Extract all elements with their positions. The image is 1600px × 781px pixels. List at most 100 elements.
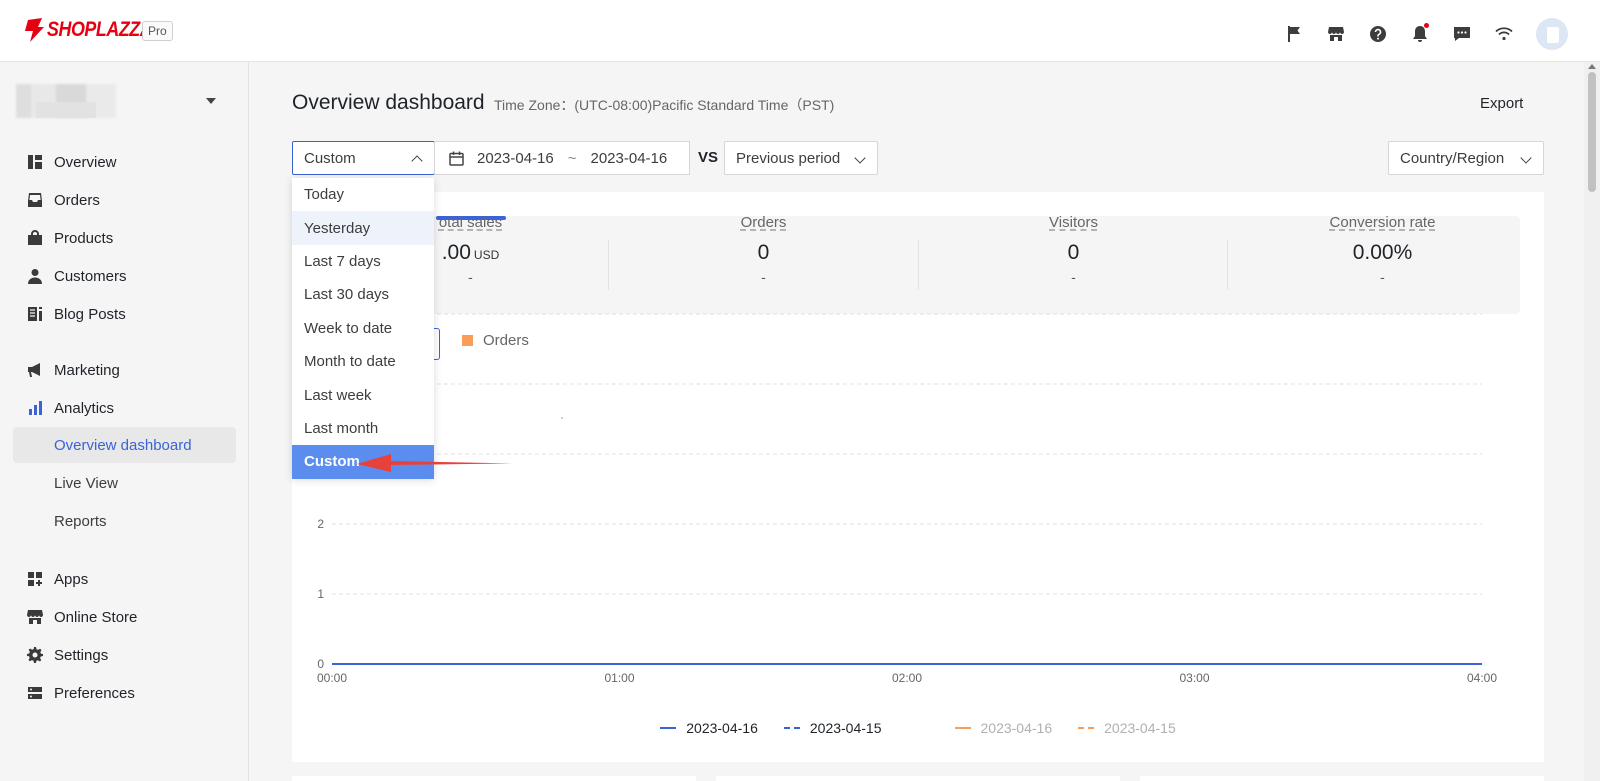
legend-line-solid	[954, 727, 971, 729]
dropdown-option-last-30-days[interactable]: Last 30 days	[292, 278, 434, 311]
sidebar-item-label: Orders	[54, 191, 100, 209]
caret-down-icon	[206, 98, 216, 104]
apps-icon	[27, 571, 43, 587]
x-tick-label: 02:00	[892, 671, 922, 685]
dropdown-option-yesterday[interactable]: Yesterday	[292, 211, 434, 245]
top-bar: SHOPLAZZA Pro	[0, 0, 1600, 62]
header-icons	[1262, 18, 1568, 50]
legend-label: 2023-04-15	[1104, 720, 1176, 736]
sidebar-item-settings[interactable]: Settings	[27, 643, 108, 667]
sidebar-item-online-store[interactable]: Online Store	[27, 605, 137, 629]
orders-icon	[27, 192, 43, 208]
bottom-card	[292, 776, 696, 781]
overview-icon	[27, 154, 43, 170]
sidebar-item-customers[interactable]: Customers	[27, 264, 127, 288]
sidebar-item-label: Apps	[54, 570, 89, 588]
y-tick-label: 0	[317, 657, 324, 671]
customers-icon	[27, 268, 43, 284]
analytics-icon	[27, 400, 43, 416]
legend-label: 2023-04-16	[980, 720, 1053, 736]
avatar[interactable]	[1536, 18, 1568, 50]
store-selector[interactable]	[16, 84, 236, 120]
chart-legend: 2023-04-16 2023-04-15 2023-04-16 2023-04…	[292, 720, 1544, 736]
legend-item-previous-sales[interactable]: 2023-04-15	[783, 720, 882, 736]
date-end[interactable]: 2023-04-16	[591, 150, 668, 167]
date-range-picker[interactable]: 2023-04-16 ~ 2023-04-16	[434, 141, 690, 175]
export-button[interactable]: Export	[1480, 95, 1523, 112]
dropdown-option-last-week[interactable]: Last week	[292, 378, 434, 411]
annotation-arrow	[357, 454, 513, 472]
sidebar-sub-reports[interactable]: Reports	[13, 503, 236, 539]
legend-item-previous-orders[interactable]: 2023-04-15	[1078, 720, 1176, 736]
products-icon	[27, 230, 43, 246]
legend-item-current-orders[interactable]: 2023-04-16	[954, 720, 1053, 736]
blog-icon	[27, 306, 43, 322]
y-tick-label: 2	[317, 517, 324, 531]
flag-icon[interactable]	[1284, 24, 1304, 44]
store-icon	[27, 609, 43, 625]
dropdown-option-week-to-date[interactable]: Week to date	[292, 312, 434, 345]
sidebar-item-analytics[interactable]: Analytics	[27, 396, 114, 420]
sidebar-item-label: Customers	[54, 267, 127, 285]
chevron-up-icon	[411, 155, 423, 167]
country-region-select[interactable]: Country/Region	[1388, 141, 1544, 175]
sidebar-item-preferences[interactable]: Preferences	[27, 681, 135, 705]
bottom-card	[1140, 776, 1544, 781]
sidebar-item-label: Marketing	[54, 361, 120, 379]
legend-line-dashed	[783, 727, 800, 729]
x-tick-label: 03:00	[1179, 671, 1209, 685]
sidebar-item-marketing[interactable]: Marketing	[27, 358, 120, 382]
notification-dot	[1424, 23, 1429, 28]
vs-label: VS	[698, 149, 719, 166]
logo-mark-icon	[25, 18, 44, 42]
sidebar-item-label: Preferences	[54, 684, 135, 702]
dropdown-option-today[interactable]: Today	[292, 178, 434, 211]
date-range-select[interactable]: Custom	[292, 141, 435, 175]
scroll-up-icon[interactable]	[1588, 64, 1596, 69]
date-start[interactable]: 2023-04-16	[477, 150, 554, 167]
sidebar-sub-overview-dashboard[interactable]: Overview dashboard	[13, 427, 236, 463]
date-separator: ~	[567, 149, 577, 167]
chevron-down-icon	[1520, 152, 1532, 164]
legend-label: 2023-04-16	[686, 720, 758, 736]
sidebar-item-label: Overview	[54, 153, 117, 171]
sidebar-sub-live-view[interactable]: Live View	[13, 465, 236, 501]
x-tick-label: 00:00	[317, 671, 347, 685]
sidebar-item-label: Settings	[54, 646, 109, 664]
logo-text: SHOPLAZZA	[47, 18, 153, 41]
page-title: Overview dashboard	[292, 91, 485, 114]
message-icon[interactable]	[1452, 24, 1472, 44]
bell-icon[interactable]	[1410, 23, 1430, 44]
y-tick-label: 1	[317, 587, 324, 601]
compare-period-select[interactable]: Previous period	[724, 141, 878, 175]
plan-badge: Pro	[142, 21, 173, 41]
legend-label: 2023-04-15	[809, 720, 882, 736]
calendar-icon	[449, 151, 464, 166]
dropdown-option-last-month[interactable]: Last month	[292, 412, 434, 445]
sidebar-item-products[interactable]: Products	[27, 226, 113, 250]
compare-period-value: Previous period	[736, 149, 841, 167]
store-icon[interactable]	[1326, 24, 1346, 44]
timezone-label: Time Zone：(UTC-08:00)Pacific Standard Ti…	[494, 97, 835, 113]
sidebar-item-label: Blog Posts	[54, 305, 126, 323]
legend-line-solid	[660, 727, 677, 729]
sidebar-item-label: Online Store	[54, 608, 138, 626]
preferences-icon	[27, 685, 43, 701]
dropdown-option-last-7-days[interactable]: Last 7 days	[292, 245, 434, 278]
sidebar-item-overview[interactable]: Overview	[27, 150, 117, 174]
legend-line-dashed	[1078, 727, 1095, 729]
sidebar-item-blog-posts[interactable]: Blog Posts	[27, 302, 126, 326]
country-region-value: Country/Region	[1400, 149, 1505, 167]
sidebar-item-apps[interactable]: Apps	[27, 567, 88, 591]
sidebar-item-orders[interactable]: Orders	[27, 188, 100, 212]
scrollbar-thumb[interactable]	[1588, 72, 1596, 192]
help-icon[interactable]	[1368, 24, 1388, 44]
page-scrollbar[interactable]	[1584, 62, 1600, 781]
wifi-icon[interactable]	[1494, 24, 1514, 44]
chart-dot	[561, 417, 563, 419]
legend-item-current-sales[interactable]: 2023-04-16	[660, 720, 758, 736]
store-name-blurred-part	[36, 102, 96, 118]
date-range-select-value: Custom	[304, 149, 356, 167]
dropdown-option-month-to-date[interactable]: Month to date	[292, 345, 434, 378]
gear-icon	[27, 647, 43, 663]
